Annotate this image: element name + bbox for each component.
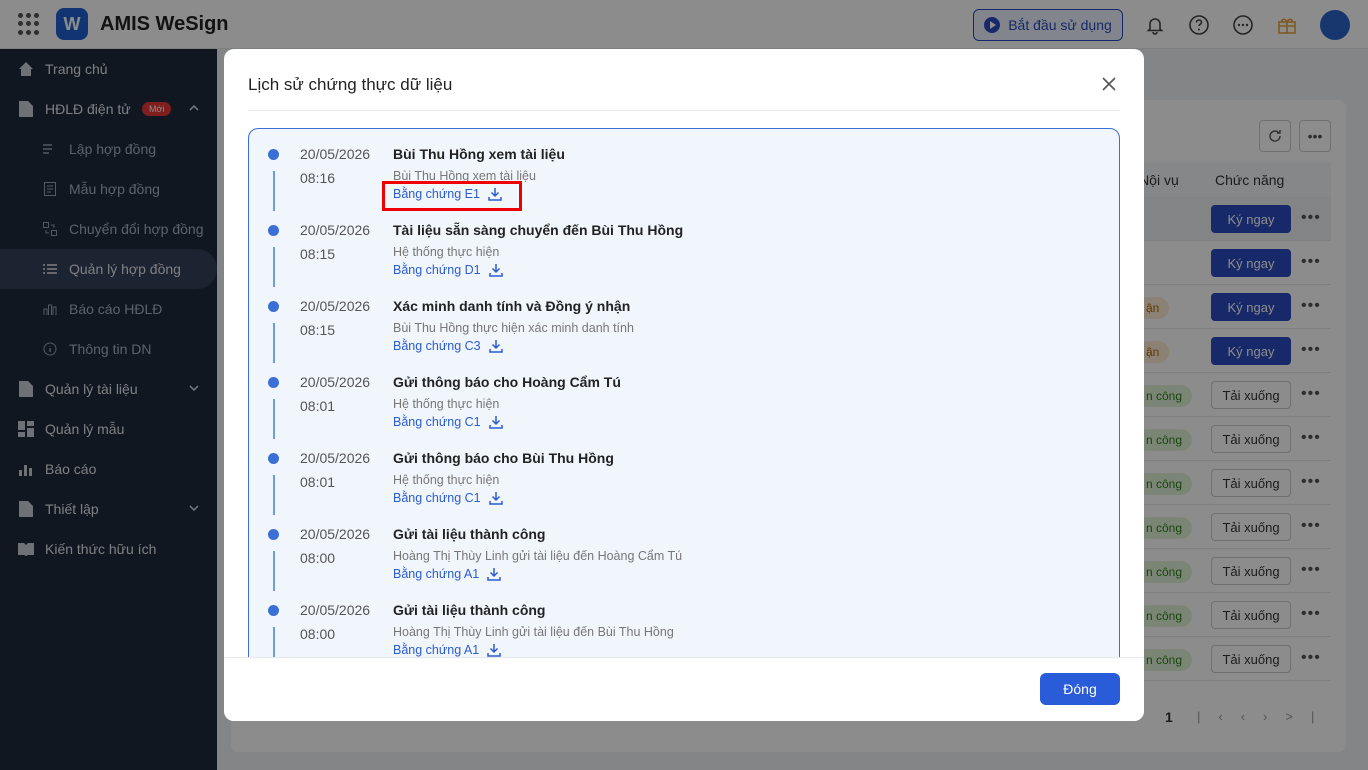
- timeline-date: 20/05/2026: [300, 374, 371, 390]
- timeline-list[interactable]: 20/05/2026 08:16 Bùi Thu Hồng xem tài li…: [248, 128, 1120, 668]
- modal-divider: [248, 110, 1120, 111]
- timeline-title: Bùi Thu Hồng xem tài liệu: [393, 146, 565, 162]
- timeline-description: Hoàng Thị Thùy Linh gửi tài liệu đến Bùi…: [393, 625, 674, 639]
- evidence-link[interactable]: Bằng chứng A1: [393, 643, 501, 657]
- evidence-link[interactable]: Bằng chứng D1: [393, 263, 503, 277]
- timeline-item: 20/05/2026 08:01 Gửi thông báo cho Bùi T…: [249, 433, 1119, 515]
- evidence-link[interactable]: Bằng chứng A1: [393, 567, 501, 581]
- timeline-description: Hoàng Thị Thùy Linh gửi tài liệu đến Hoà…: [393, 549, 683, 563]
- timeline-time: 08:01: [300, 398, 336, 414]
- timeline-time: 08:00: [300, 626, 336, 642]
- timeline-date: 20/05/2026: [300, 450, 371, 466]
- timeline-dot: [268, 529, 279, 540]
- download-icon[interactable]: [488, 263, 503, 277]
- close-button[interactable]: Đóng: [1040, 673, 1120, 705]
- timeline-title: Xác minh danh tính và Đồng ý nhận: [393, 298, 631, 314]
- evidence-link-label: Bằng chứng D1: [393, 263, 481, 277]
- evidence-link-label: Bằng chứng C1: [393, 491, 481, 505]
- timeline-title: Tài liệu sẵn sàng chuyển đến Bùi Thu Hồn…: [393, 222, 684, 238]
- timeline-dot: [268, 605, 279, 616]
- modal-title: Lịch sử chứng thực dữ liệu: [248, 75, 453, 94]
- evidence-link[interactable]: Bằng chứng C1: [393, 491, 503, 505]
- timeline-item: 20/05/2026 08:16 Bùi Thu Hồng xem tài li…: [249, 129, 1119, 211]
- timeline-title: Gửi thông báo cho Bùi Thu Hồng: [393, 450, 614, 466]
- timeline-item: 20/05/2026 08:00 Gửi tài liệu thành công…: [249, 509, 1119, 591]
- download-icon[interactable]: [487, 567, 501, 581]
- timeline-time: 08:16: [300, 170, 336, 186]
- timeline-title: Gửi tài liệu thành công: [393, 602, 546, 618]
- timeline-title: Gửi thông báo cho Hoàng Cẩm Tú: [393, 374, 621, 390]
- timeline-item: 20/05/2026 08:15 Xác minh danh tính và Đ…: [249, 281, 1119, 363]
- highlight-annotation: [382, 181, 522, 211]
- timeline-dot: [268, 225, 279, 236]
- modal-footer-divider: [224, 657, 1144, 658]
- modal-footer: [224, 658, 1144, 721]
- timeline-dot: [268, 301, 279, 312]
- timeline-dot: [268, 377, 279, 388]
- timeline-time: 08:01: [300, 474, 336, 490]
- evidence-link-label: Bằng chứng C1: [393, 415, 481, 429]
- timeline-title: Gửi tài liệu thành công: [393, 526, 546, 542]
- evidence-link-label: Bằng chứng A1: [393, 567, 480, 581]
- timeline-time: 08:15: [300, 322, 336, 338]
- download-icon[interactable]: [488, 491, 503, 505]
- evidence-link[interactable]: Bằng chứng C3: [393, 339, 503, 353]
- download-icon[interactable]: [488, 415, 503, 429]
- close-icon[interactable]: [1100, 75, 1118, 93]
- evidence-link-label: Bằng chứng C3: [393, 339, 481, 353]
- timeline-date: 20/05/2026: [300, 526, 371, 542]
- timeline-description: Hệ thống thực hiện: [393, 397, 500, 411]
- timeline-dot: [268, 149, 279, 160]
- timeline-item: 20/05/2026 08:01 Gửi thông báo cho Hoàng…: [249, 357, 1119, 439]
- timeline-description: Hệ thống thực hiện: [393, 473, 500, 487]
- timeline-time: 08:00: [300, 550, 336, 566]
- timeline-time: 08:15: [300, 246, 336, 262]
- download-icon[interactable]: [487, 643, 501, 657]
- evidence-link[interactable]: Bằng chứng C1: [393, 415, 503, 429]
- timeline-date: 20/05/2026: [300, 298, 371, 314]
- timeline-date: 20/05/2026: [300, 222, 371, 238]
- timeline-description: Hệ thống thực hiện: [393, 245, 500, 259]
- evidence-link-label: Bằng chứng A1: [393, 643, 480, 657]
- timeline-dot: [268, 453, 279, 464]
- data-authentication-history-modal: Lịch sử chứng thực dữ liệu 20/05/2026 08…: [224, 49, 1144, 721]
- timeline-date: 20/05/2026: [300, 146, 371, 162]
- timeline-date: 20/05/2026: [300, 602, 371, 618]
- download-icon[interactable]: [488, 339, 503, 353]
- timeline-item: 20/05/2026 08:15 Tài liệu sẵn sàng chuyể…: [249, 205, 1119, 287]
- timeline-item: 20/05/2026 08:00 Gửi tài liệu thành công…: [249, 585, 1119, 667]
- timeline-description: Bùi Thu Hồng thực hiện xác minh danh tín…: [393, 321, 634, 335]
